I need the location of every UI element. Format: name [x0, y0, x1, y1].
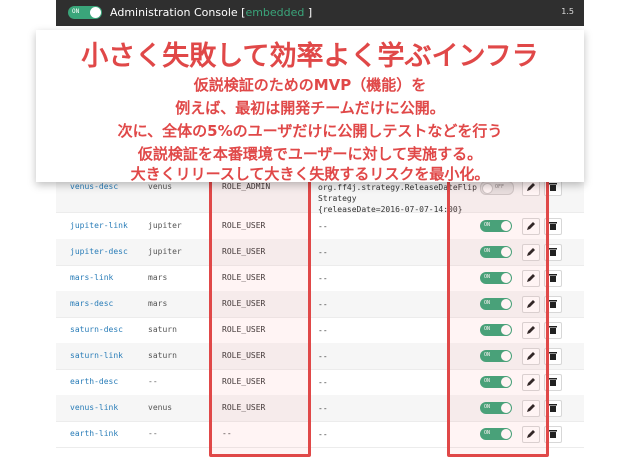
feature-description: --: [148, 377, 158, 386]
header-toggle-label: ON: [72, 8, 80, 15]
trash-icon: [549, 326, 557, 334]
feature-strategy: --: [318, 248, 328, 257]
header-toggle[interactable]: ON: [68, 6, 102, 19]
console-title-prefix: Administration Console [: [110, 6, 246, 19]
overlay-headline: 小さく失敗して効率よく学ぶインフラ: [81, 41, 539, 72]
feature-description: mars: [148, 273, 168, 282]
console-title-suffix: ]: [304, 6, 313, 19]
feature-description: mars: [148, 299, 168, 308]
role-column-highlight: [209, 150, 311, 457]
feature-strategy: --: [318, 378, 328, 387]
feature-strategy: --: [318, 430, 328, 439]
feature-uid-link[interactable]: venus-link: [70, 403, 118, 412]
toggle-column-highlight: [447, 150, 549, 457]
feature-description: jupiter: [148, 221, 182, 230]
feature-description: saturn: [148, 325, 177, 334]
header-toggle-knob: [90, 7, 101, 18]
overlay-line-3: 次に、全体の5%のユーザだけに公開しテストなどを行う: [117, 122, 503, 140]
feature-strategy: --: [318, 222, 328, 231]
feature-uid-link[interactable]: jupiter-link: [70, 221, 128, 230]
feature-uid-link[interactable]: earth-link: [70, 429, 118, 438]
trash-icon: [549, 404, 557, 412]
overlay-line-1: 仮説検証のためのMVP（機能）を: [193, 76, 427, 94]
version-label: 1.5: [561, 7, 574, 16]
feature-strategy-line-2: Strategy: [318, 194, 357, 203]
feature-description: venus: [148, 403, 173, 412]
trash-icon: [549, 378, 557, 386]
feature-description: --: [148, 429, 158, 438]
feature-strategy: --: [318, 326, 328, 335]
feature-uid-link[interactable]: mars-desc: [70, 299, 113, 308]
feature-strategy: --: [318, 352, 328, 361]
trash-icon: [549, 222, 557, 230]
feature-uid-link[interactable]: mars-link: [70, 273, 113, 282]
feature-uid-link[interactable]: saturn-desc: [70, 325, 123, 334]
feature-uid-link[interactable]: saturn-link: [70, 351, 123, 360]
console-title-accent: embedded: [245, 6, 305, 19]
admin-header: ON Administration Console [embedded ] 1.…: [56, 0, 584, 26]
trash-icon: [549, 274, 557, 282]
trash-icon: [549, 430, 557, 438]
console-title: Administration Console [embedded ]: [110, 6, 312, 19]
feature-description: saturn: [148, 351, 177, 360]
feature-uid-link[interactable]: jupiter-desc: [70, 247, 128, 256]
feature-description: jupiter: [148, 247, 182, 256]
trash-icon: [549, 352, 557, 360]
trash-icon: [549, 248, 557, 256]
feature-uid-link[interactable]: earth-desc: [70, 377, 118, 386]
overlay-line-4: 仮説検証を本番環境でユーザーに対して実施する。: [137, 145, 483, 163]
overlay-line-5: 大きくリリースして大きく失敗するリスクを最小化。: [130, 165, 490, 183]
trash-icon: [549, 300, 557, 308]
feature-strategy: --: [318, 404, 328, 413]
feature-strategy: --: [318, 300, 328, 309]
annotation-overlay: 小さく失敗して効率よく学ぶインフラ 仮説検証のためのMVP（機能）を 例えば、最…: [36, 30, 584, 183]
feature-strategy: --: [318, 274, 328, 283]
overlay-line-2: 例えば、最初は開発チームだけに公開。: [175, 99, 445, 117]
